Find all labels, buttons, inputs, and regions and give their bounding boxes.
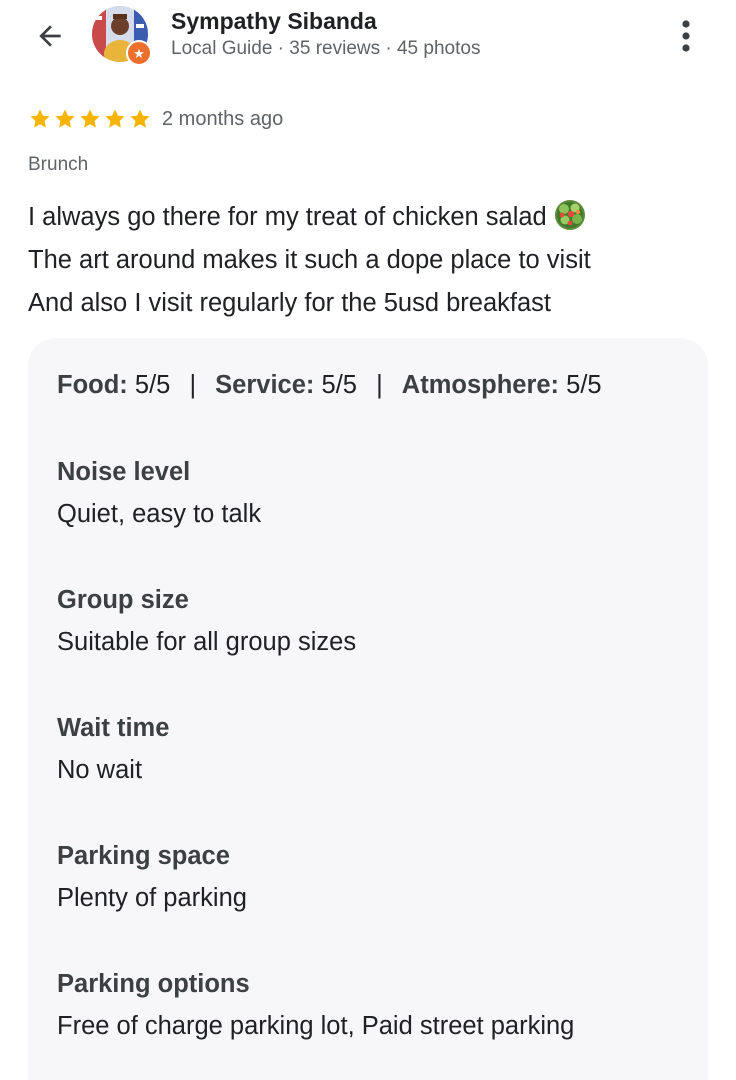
review-line: The art around makes it such a dope plac… (28, 246, 591, 274)
review-date: 2 months ago (162, 107, 284, 130)
attribute-parking-space: Parking space Plenty of parking (57, 840, 247, 914)
star-icon (80, 109, 100, 128)
attribute-value: Quiet, easy to talk (57, 500, 262, 528)
green-salad-icon (554, 200, 585, 230)
attribute-parking-options: Parking options Free of charge parking l… (57, 968, 574, 1042)
food-score-value: 5/5 (134, 371, 171, 399)
attribute-title: Wait time (57, 714, 170, 742)
review-header: ★ Sympathy Sibanda Local Guide · 35 revi… (0, 0, 736, 80)
service-score-value: 5/5 (321, 371, 357, 399)
review-attributes-card: Food: 5/5 | Service: 5/5 | Atmosphere: 5… (28, 338, 708, 1080)
score-separator: | (376, 371, 383, 399)
star-icon (105, 109, 125, 128)
attribute-value: No wait (57, 756, 143, 784)
more-options-button[interactable] (664, 14, 708, 58)
attribute-noise-level: Noise level Quiet, easy to talk (57, 456, 261, 530)
rating-row: 2 months ago (28, 104, 283, 134)
attribute-group-size: Group size Suitable for all group sizes (57, 584, 356, 658)
service-score-label: Service: (215, 371, 315, 399)
meal-type: Brunch (28, 154, 89, 175)
score-summary: Food: 5/5 | Service: 5/5 | Atmosphere: 5… (57, 371, 602, 400)
star-icon (130, 109, 150, 128)
attribute-wait-time: Wait time No wait (57, 712, 169, 786)
attribute-value: Suitable for all group sizes (57, 628, 357, 656)
star-icon (30, 109, 50, 128)
score-separator: | (189, 371, 197, 399)
review-line: And also I visit regularly for the 5usd … (28, 289, 552, 317)
arrow-back-icon (39, 25, 61, 47)
star-icon (55, 109, 75, 128)
atmosphere-score-value: 5/5 (566, 371, 602, 399)
review-line: I always go there for my treat of chicke… (28, 196, 708, 239)
reviewer-name[interactable]: Sympathy Sibanda (171, 8, 377, 35)
attribute-title: Group size (57, 586, 189, 614)
attribute-title: Parking space (57, 842, 230, 870)
attribute-title: Parking options (57, 970, 250, 998)
attribute-title: Noise level (57, 458, 191, 486)
atmosphere-score-label: Atmosphere: (401, 371, 560, 399)
star-rating (28, 107, 152, 131)
attribute-value: Plenty of parking (57, 884, 247, 912)
food-score-label: Food: (57, 371, 128, 399)
review-text: I always go there for my treat of chicke… (28, 196, 708, 325)
local-guide-badge-icon: ★ (126, 40, 152, 66)
reviewer-meta: Local Guide · 35 reviews · 45 photos (171, 38, 481, 59)
more-vertical-icon (682, 20, 690, 52)
reviewer-avatar[interactable]: ★ (92, 6, 152, 66)
back-button[interactable] (26, 16, 74, 56)
attribute-value: Free of charge parking lot, Paid street … (57, 1012, 575, 1040)
